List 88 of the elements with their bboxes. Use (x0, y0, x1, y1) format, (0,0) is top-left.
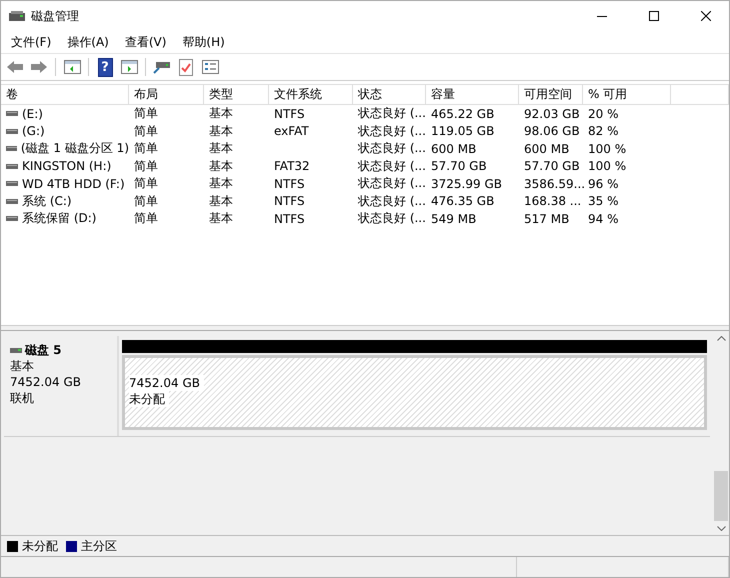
table-cell: 57.70 GB (431, 159, 487, 174)
partition-status: 未分配 (129, 391, 169, 407)
table-cell: 600 MB (524, 142, 570, 156)
table-cell: 基本 (209, 140, 233, 158)
table-cell: 92.03 GB (524, 106, 580, 121)
volume-icon (6, 198, 18, 204)
table-cell: 3725.99 GB (431, 176, 502, 191)
volume-icon (6, 216, 18, 222)
disk-name: 磁盘 5 (25, 342, 62, 358)
console-tree-icon[interactable] (64, 60, 80, 74)
menu-item[interactable]: 操作(A) (59, 34, 117, 50)
table-cell: 基本 (209, 210, 233, 228)
table-cell: 状态良好 (... (358, 158, 426, 175)
table-cell: 600 MB (431, 142, 476, 156)
table-cell: 82 % (588, 124, 618, 138)
table-cell: 476.35 GB (431, 194, 494, 208)
table-cell: WD 4TB HDD (F:) (22, 176, 125, 191)
table-cell: 基本 (209, 192, 233, 210)
table-cell: 57.70 GB (524, 159, 580, 174)
table-cell: NTFS (274, 194, 305, 208)
table-cell: 基本 (209, 158, 233, 175)
legend-label: 主分区 (81, 538, 117, 554)
table-cell: 系统 (C:) (22, 192, 72, 210)
scroll-down-icon[interactable] (716, 526, 726, 530)
menu-item[interactable]: 帮助(H) (174, 34, 233, 50)
volume-icon (6, 181, 18, 186)
volume-icon (6, 128, 18, 134)
table-cell: 549 MB (431, 212, 476, 226)
table-cell: 20 % (588, 106, 618, 121)
table-cell: 简单 (134, 192, 158, 210)
table-cell: 简单 (134, 210, 158, 228)
table-cell: (E:) (22, 106, 43, 121)
unallocated-region[interactable]: 7452.04 GB 未分配 (122, 355, 707, 430)
scrollbar-thumb[interactable] (714, 471, 728, 521)
table-cell: 基本 (209, 105, 233, 122)
table-cell: 系统保留 (D:) (22, 210, 96, 228)
table-cell: 35 % (588, 194, 618, 208)
table-cell: NTFS (274, 212, 305, 226)
table-cell: FAT32 (274, 159, 310, 174)
table-cell: 简单 (134, 122, 158, 140)
table-cell: 96 % (588, 176, 618, 191)
table-cell: NTFS (274, 106, 305, 121)
table-cell: 100 % (588, 142, 626, 156)
table-cell: (G:) (22, 124, 45, 138)
table-cell: 基本 (209, 175, 233, 192)
table-cell: 状态良好 (... (358, 105, 426, 122)
close-icon[interactable] (701, 11, 711, 21)
table-cell: 状态良好 (... (358, 122, 426, 140)
disk-management-icon (9, 10, 25, 22)
action-pane-icon[interactable] (120, 60, 138, 74)
table-cell: 简单 (134, 158, 158, 175)
table-cell: 简单 (134, 175, 158, 192)
help-button[interactable]: ? (98, 58, 112, 76)
menu-item[interactable]: 查看(V) (116, 34, 174, 50)
maximize-icon[interactable] (649, 11, 659, 21)
checklist-icon[interactable] (179, 58, 193, 76)
menu-item[interactable]: 文件(F) (3, 34, 60, 50)
volume-icon (6, 146, 17, 152)
scroll-up-icon[interactable] (716, 336, 726, 340)
table-cell: exFAT (274, 124, 309, 138)
table-cell: 100 % (588, 159, 626, 174)
table-cell: 94 % (588, 212, 618, 226)
legend-label: 未分配 (22, 538, 58, 554)
properties-icon[interactable] (202, 60, 218, 74)
table-cell: 465.22 GB (431, 106, 494, 121)
table-cell: 状态良好 (... (358, 210, 426, 228)
table-cell: NTFS (274, 176, 305, 191)
table-cell: 517 MB (524, 212, 570, 226)
table-cell: 简单 (134, 140, 158, 158)
table-cell: 简单 (134, 105, 158, 122)
table-cell: 98.06 GB (524, 124, 580, 138)
table-cell: 状态良好 (... (358, 175, 426, 192)
volume-icon (6, 111, 18, 116)
table-cell: 3586.59... (524, 176, 586, 191)
table-cell: (磁盘 1 磁盘分区 1) (20, 140, 129, 158)
partition-size: 7452.04 GB (129, 375, 204, 391)
table-cell: 状态良好 (... (358, 140, 426, 158)
table-cell: 168.38 ... (524, 194, 582, 208)
disk-type: 基本 (10, 358, 35, 374)
table-cell: 基本 (209, 122, 233, 140)
table-cell: 119.05 GB (431, 124, 494, 138)
disk-status: 联机 (10, 390, 35, 406)
volume-icon (6, 164, 18, 169)
drive-icon[interactable] (153, 60, 171, 74)
disk-size: 7452.04 GB (10, 374, 82, 390)
table-cell: KINGSTON (H:) (22, 159, 112, 174)
table-cell: 状态良好 (... (358, 192, 426, 210)
window-title: 磁盘管理 (31, 8, 80, 24)
